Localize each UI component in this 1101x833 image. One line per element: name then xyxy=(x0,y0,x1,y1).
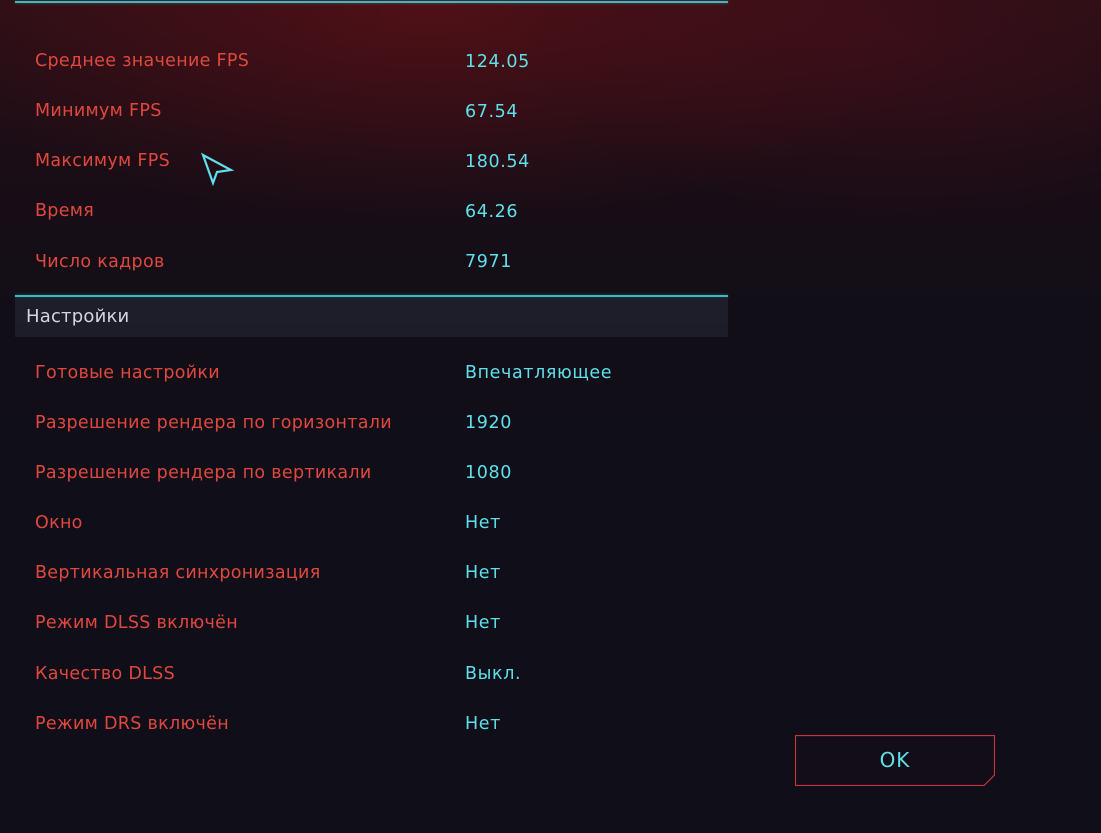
result-value: 67.54 xyxy=(465,102,519,122)
top-divider xyxy=(15,1,728,3)
mouse-pointer-icon xyxy=(201,152,234,186)
setting-value: Впечатляющее xyxy=(465,363,613,383)
result-label: Минимум FPS xyxy=(35,101,162,121)
settings-title: Настройки xyxy=(26,306,130,327)
setting-label: Режим DLSS включён xyxy=(35,613,238,633)
result-value: 180.54 xyxy=(465,152,530,172)
setting-value: 1920 xyxy=(465,413,512,433)
result-label: Число кадров xyxy=(35,252,165,272)
setting-label: Разрешение рендера по горизонтали xyxy=(35,413,392,433)
setting-label: Окно xyxy=(35,513,83,533)
settings-section-header: Настройки xyxy=(15,297,728,337)
setting-value: Нет xyxy=(465,714,501,734)
setting-value: Выкл. xyxy=(465,664,522,684)
result-label: Среднее значение FPS xyxy=(35,51,250,71)
result-value: 64.26 xyxy=(465,202,519,222)
setting-label: Готовые настройки xyxy=(35,363,220,383)
setting-value: Нет xyxy=(465,563,501,583)
ok-button-label: OK xyxy=(879,748,911,772)
setting-label: Вертикальная синхронизация xyxy=(35,563,321,583)
setting-value: Нет xyxy=(465,513,501,533)
result-value: 124.05 xyxy=(465,52,530,72)
setting-label: Разрешение рендера по вертикали xyxy=(35,463,372,483)
result-label: Максимум FPS xyxy=(35,151,171,171)
setting-value: Нет xyxy=(465,613,501,633)
result-label: Время xyxy=(35,201,95,221)
result-value: 7971 xyxy=(465,252,512,272)
setting-label: Режим DRS включён xyxy=(35,714,229,734)
setting-value: 1080 xyxy=(465,463,512,483)
setting-label: Качество DLSS xyxy=(35,664,175,684)
ok-button[interactable]: OK xyxy=(795,735,995,786)
